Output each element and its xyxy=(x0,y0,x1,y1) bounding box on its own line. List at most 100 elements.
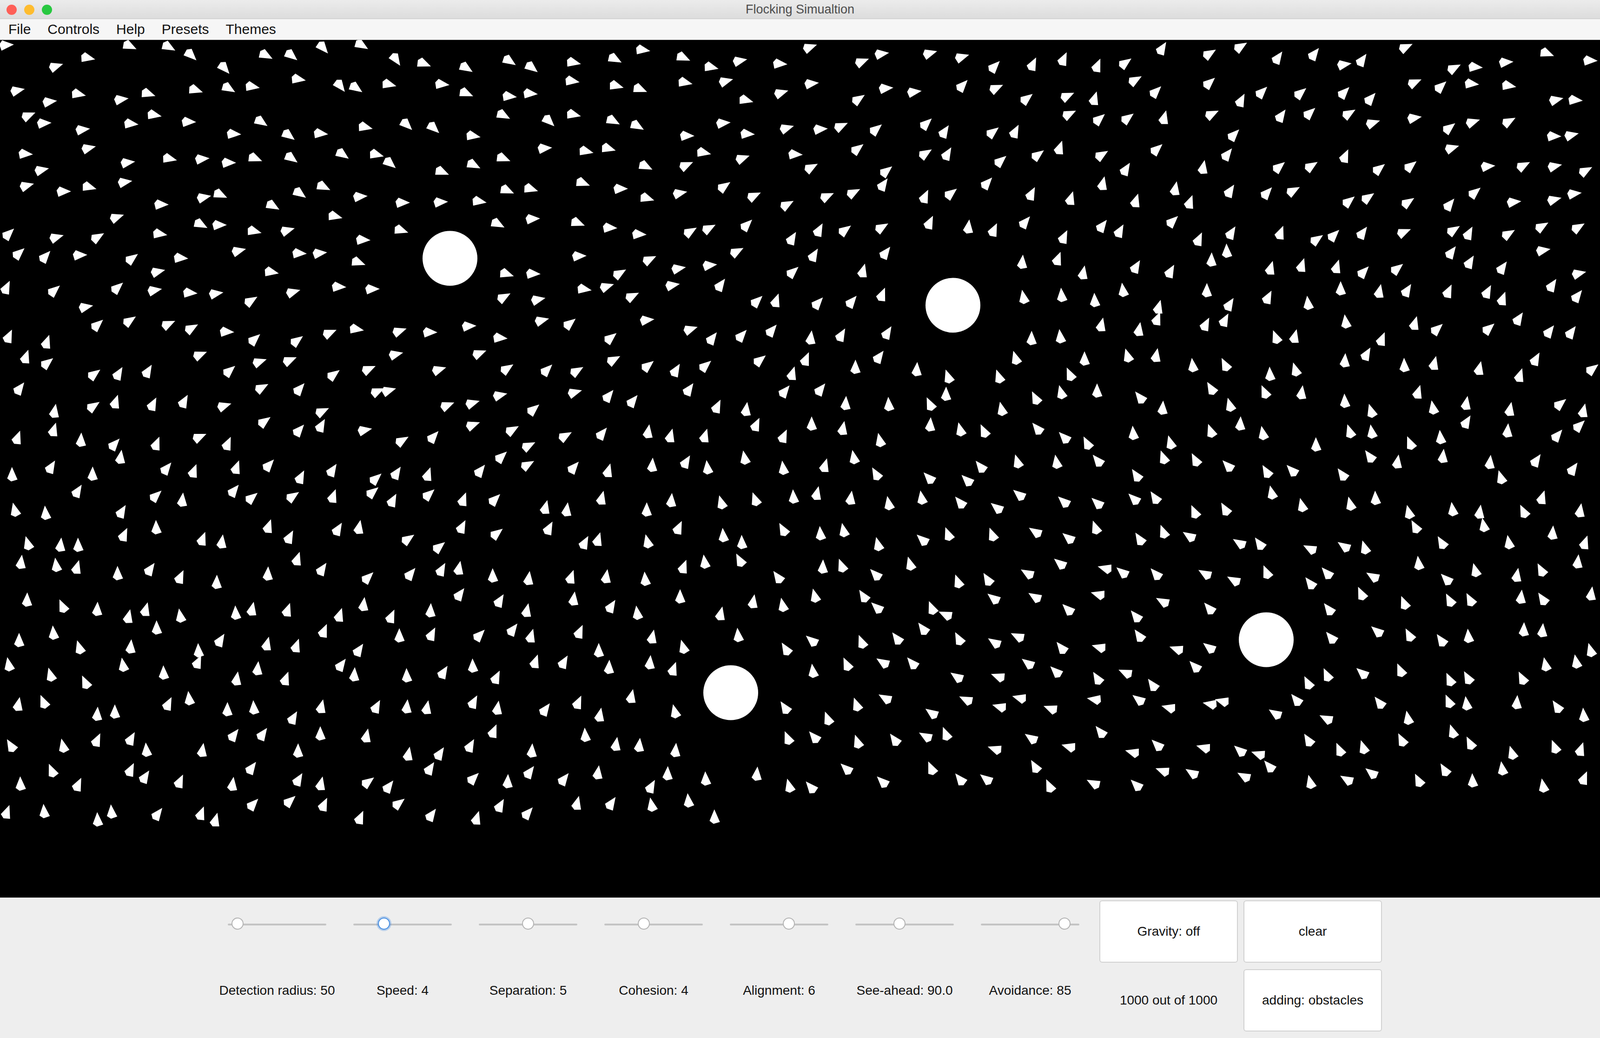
boid xyxy=(1340,105,1359,122)
boid xyxy=(1577,402,1590,418)
boid xyxy=(502,90,517,102)
boid xyxy=(1124,489,1143,508)
boid xyxy=(493,332,509,344)
boid xyxy=(242,291,260,309)
boid xyxy=(1511,694,1523,709)
boid xyxy=(1322,628,1340,647)
boid xyxy=(1028,419,1046,437)
boid xyxy=(15,554,27,569)
slider[interactable] xyxy=(729,916,829,931)
simulation-canvas[interactable] xyxy=(0,39,1600,898)
boid xyxy=(681,223,700,240)
zoom-icon[interactable] xyxy=(41,4,53,15)
boid xyxy=(56,185,72,197)
boid xyxy=(501,52,519,70)
boid xyxy=(882,396,895,412)
slider-knob[interactable] xyxy=(522,917,535,930)
boid xyxy=(1163,433,1178,451)
slider[interactable] xyxy=(227,916,327,931)
boid xyxy=(1301,574,1319,592)
boid xyxy=(923,759,939,777)
boid xyxy=(191,346,210,363)
slider[interactable] xyxy=(353,916,452,931)
boid xyxy=(1017,254,1028,270)
boid xyxy=(568,362,587,379)
slider-knob[interactable] xyxy=(893,917,906,930)
boid xyxy=(290,770,307,788)
boid xyxy=(958,471,976,489)
boid xyxy=(1256,383,1273,401)
boid xyxy=(921,46,939,61)
boid xyxy=(1367,622,1386,640)
slider[interactable] xyxy=(855,916,954,931)
boid xyxy=(357,120,374,134)
boid xyxy=(172,772,188,790)
boid xyxy=(251,353,269,369)
boid xyxy=(194,152,211,165)
slider[interactable] xyxy=(604,916,703,931)
boid xyxy=(1411,383,1425,400)
boid xyxy=(1233,91,1250,109)
boid xyxy=(1218,456,1237,474)
menu-item[interactable]: Presets xyxy=(161,21,210,38)
slider-knob[interactable] xyxy=(1058,917,1071,930)
boid xyxy=(364,283,380,295)
boid xyxy=(1342,495,1357,512)
control-button[interactable]: Gravity: off xyxy=(1099,899,1238,963)
boid xyxy=(1230,741,1249,759)
boid xyxy=(1196,158,1210,175)
menu-item[interactable]: Controls xyxy=(47,21,100,38)
boid xyxy=(566,384,584,400)
flock-canvas[interactable] xyxy=(0,39,1600,898)
boid xyxy=(526,742,538,758)
slider-knob[interactable] xyxy=(637,917,650,930)
control-button[interactable]: clear xyxy=(1243,899,1382,963)
boid xyxy=(1473,359,1486,376)
boid xyxy=(470,625,489,644)
boid xyxy=(261,517,276,535)
boid xyxy=(454,517,470,536)
boid xyxy=(33,162,51,177)
boid xyxy=(675,637,691,655)
minimize-icon[interactable] xyxy=(24,4,35,15)
boid xyxy=(1461,733,1479,752)
boid xyxy=(519,456,537,473)
boid xyxy=(192,642,205,658)
boid xyxy=(1163,211,1182,230)
control-button[interactable]: adding: obstacles xyxy=(1243,968,1382,1032)
menu-item[interactable]: Themes xyxy=(225,21,276,38)
boid xyxy=(1224,572,1243,588)
boid xyxy=(140,86,158,101)
boid xyxy=(773,85,791,100)
boid xyxy=(631,81,649,97)
boid xyxy=(781,776,797,794)
boid xyxy=(1087,518,1103,536)
boid xyxy=(195,529,211,547)
boid xyxy=(1331,740,1348,759)
boid xyxy=(1437,448,1449,463)
boid xyxy=(594,423,611,442)
boid xyxy=(108,393,123,410)
boid xyxy=(566,56,582,69)
boid xyxy=(866,565,885,583)
boid xyxy=(1217,310,1233,329)
boid xyxy=(71,87,87,101)
slider[interactable] xyxy=(478,916,578,931)
boid xyxy=(703,60,720,74)
boid xyxy=(1440,119,1459,137)
menu-item[interactable]: Help xyxy=(116,21,146,38)
slider-label: Cohesion: 4 xyxy=(618,982,688,998)
boid xyxy=(283,150,301,167)
slider[interactable] xyxy=(980,916,1080,931)
slider-knob[interactable] xyxy=(231,917,244,930)
boid xyxy=(1053,328,1067,344)
slider-knob[interactable] xyxy=(782,917,795,930)
boid xyxy=(1551,394,1570,412)
close-icon[interactable] xyxy=(6,4,17,15)
slider-knob[interactable] xyxy=(377,917,391,930)
menu-item[interactable]: File xyxy=(8,21,31,38)
boid xyxy=(390,793,408,812)
boid xyxy=(279,222,297,238)
boid xyxy=(1480,319,1498,337)
boid xyxy=(1466,183,1484,201)
